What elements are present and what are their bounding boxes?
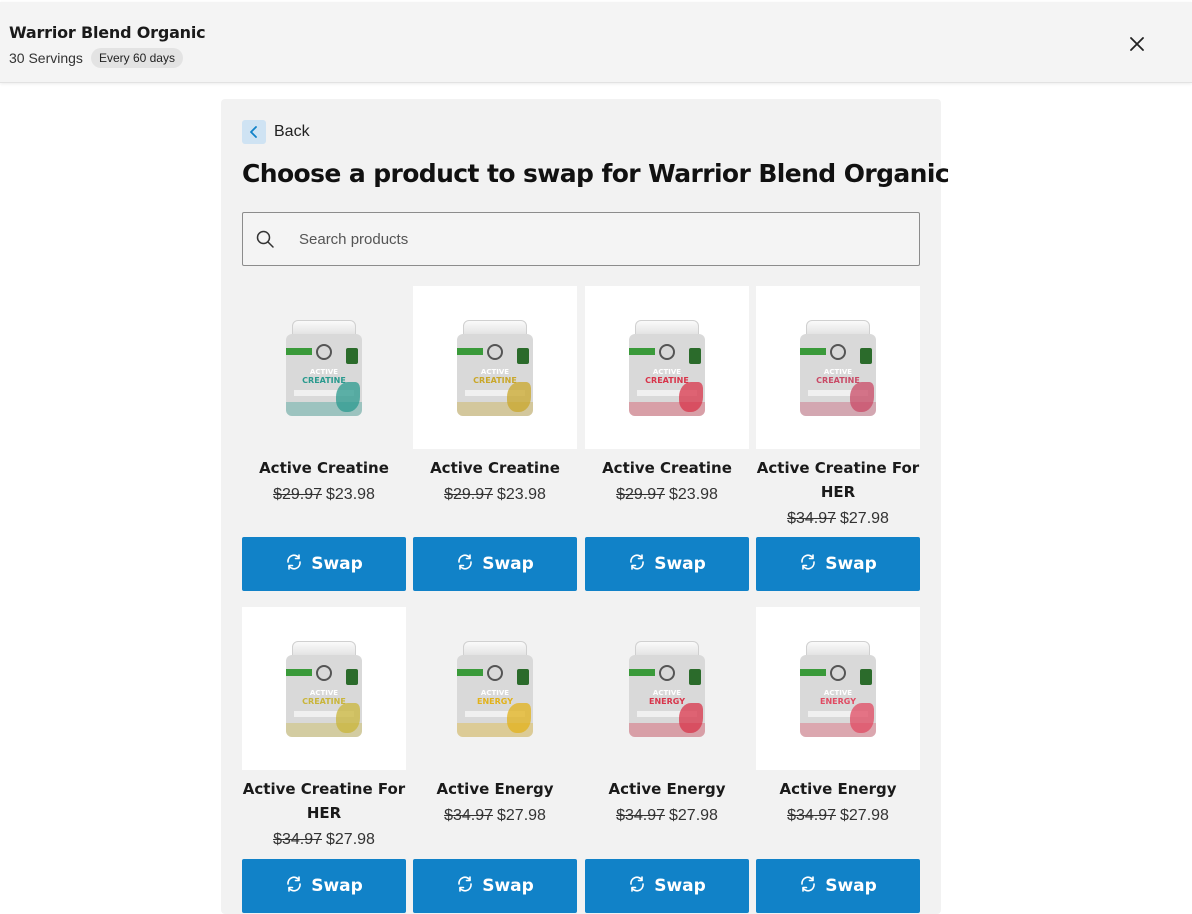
swap-label: Swap xyxy=(311,876,363,896)
product-price: $34.97 $27.98 xyxy=(756,507,920,531)
product-name: Active Creatine xyxy=(430,459,560,477)
swap-label: Swap xyxy=(825,554,877,574)
product-card: ACTIVE CREATINE Active Creatine $29.97 $23.9… xyxy=(242,286,406,507)
swap-button[interactable]: Swap xyxy=(756,859,920,913)
search-icon xyxy=(255,229,275,249)
product-image: ACTIVE CREATINE xyxy=(242,607,406,770)
refresh-icon xyxy=(456,553,474,576)
original-price: $34.97 xyxy=(787,510,836,527)
original-price: $29.97 xyxy=(616,486,665,503)
product-price: $29.97 $23.98 xyxy=(242,483,406,507)
product-image: ACTIVE ENERGY xyxy=(756,607,920,770)
product-image: ACTIVE CREATINE xyxy=(413,286,577,449)
product-name: Active Creatine xyxy=(259,459,389,477)
product-image: ACTIVE CREATINE xyxy=(756,286,920,449)
refresh-icon xyxy=(456,875,474,898)
product-card: ACTIVE CREATINE Active Creatine For HER $34… xyxy=(756,286,920,531)
sale-price: $27.98 xyxy=(326,831,375,848)
product-card: ACTIVE CREATINE Active Creatine $29.97 $23.9… xyxy=(585,286,749,507)
swap-panel: Back Choose a product to swap for Warrio… xyxy=(221,99,950,914)
original-price: $34.97 xyxy=(787,807,836,824)
product-price: $34.97 $27.98 xyxy=(413,804,577,828)
refresh-icon xyxy=(628,553,646,576)
sale-price: $27.98 xyxy=(840,807,889,824)
back-label: Back xyxy=(274,123,310,140)
product-image: ACTIVE ENERGY xyxy=(413,607,577,770)
sale-price: $23.98 xyxy=(326,486,375,503)
product-card: ACTIVE CREATINE Active Creatine $29.97 $23.9… xyxy=(413,286,577,507)
subscription-header: Warrior Blend Organic 30 Servings Every … xyxy=(0,2,1192,83)
subscription-meta: 30 Servings Every 60 days xyxy=(9,48,183,68)
original-price: $34.97 xyxy=(444,807,493,824)
swap-label: Swap xyxy=(482,554,534,574)
product-image: ACTIVE CREATINE xyxy=(585,286,749,449)
product-card: ACTIVE ENERGY Active Energy $34.97 $27.98 xyxy=(756,607,920,828)
product-image: ACTIVE ENERGY xyxy=(585,607,749,770)
swap-button[interactable]: Swap xyxy=(585,859,749,913)
product-name: Active Creatine xyxy=(602,459,732,477)
swap-label: Swap xyxy=(825,876,877,896)
original-price: $34.97 xyxy=(616,807,665,824)
refresh-icon xyxy=(799,875,817,898)
page-title: Choose a product to swap for Warrior Ble… xyxy=(242,159,950,188)
swap-button[interactable]: Swap xyxy=(413,859,577,913)
swap-button[interactable]: Swap xyxy=(242,537,406,591)
swap-button[interactable]: Swap xyxy=(413,537,577,591)
swap-button[interactable]: Swap xyxy=(585,537,749,591)
refresh-icon xyxy=(285,553,303,576)
frequency-badge: Every 60 days xyxy=(90,48,183,68)
sale-price: $23.98 xyxy=(497,486,546,503)
sale-price: $27.98 xyxy=(497,807,546,824)
swap-label: Swap xyxy=(482,876,534,896)
sale-price: $23.98 xyxy=(669,486,718,503)
sale-price: $27.98 xyxy=(669,807,718,824)
original-price: $29.97 xyxy=(444,486,493,503)
product-card: ACTIVE CREATINE Active Creatine For HER $34… xyxy=(242,607,406,852)
product-image: ACTIVE CREATINE xyxy=(242,286,406,449)
product-card: ACTIVE ENERGY Active Energy $34.97 $27.98 xyxy=(585,607,749,828)
back-button[interactable]: Back xyxy=(242,120,310,144)
swap-button[interactable]: Swap xyxy=(756,537,920,591)
refresh-icon xyxy=(628,875,646,898)
product-price: $34.97 $27.98 xyxy=(585,804,749,828)
search-box[interactable] xyxy=(242,212,920,266)
product-name: Active Creatine For HER xyxy=(242,780,406,822)
product-name: Active Energy xyxy=(436,780,554,798)
product-price: $34.97 $27.98 xyxy=(756,804,920,828)
product-title: Warrior Blend Organic xyxy=(9,23,206,42)
close-icon[interactable] xyxy=(1125,32,1149,56)
refresh-icon xyxy=(799,553,817,576)
swap-button[interactable]: Swap xyxy=(242,859,406,913)
original-price: $29.97 xyxy=(273,486,322,503)
product-name: Active Energy xyxy=(608,780,726,798)
sale-price: $27.98 xyxy=(840,510,889,527)
swap-label: Swap xyxy=(311,554,363,574)
product-price: $34.97 $27.98 xyxy=(242,828,406,852)
servings-label: 30 Servings xyxy=(9,50,83,66)
product-card: ACTIVE ENERGY Active Energy $34.97 $27.98 xyxy=(413,607,577,828)
refresh-icon xyxy=(285,875,303,898)
product-name: Active Energy xyxy=(779,780,897,798)
swap-label: Swap xyxy=(654,554,706,574)
swap-label: Swap xyxy=(654,876,706,896)
original-price: $34.97 xyxy=(273,831,322,848)
product-price: $29.97 $23.98 xyxy=(585,483,749,507)
search-input[interactable] xyxy=(299,230,899,248)
product-name: Active Creatine For HER xyxy=(756,459,920,501)
chevron-left-icon xyxy=(242,120,266,144)
product-price: $29.97 $23.98 xyxy=(413,483,577,507)
